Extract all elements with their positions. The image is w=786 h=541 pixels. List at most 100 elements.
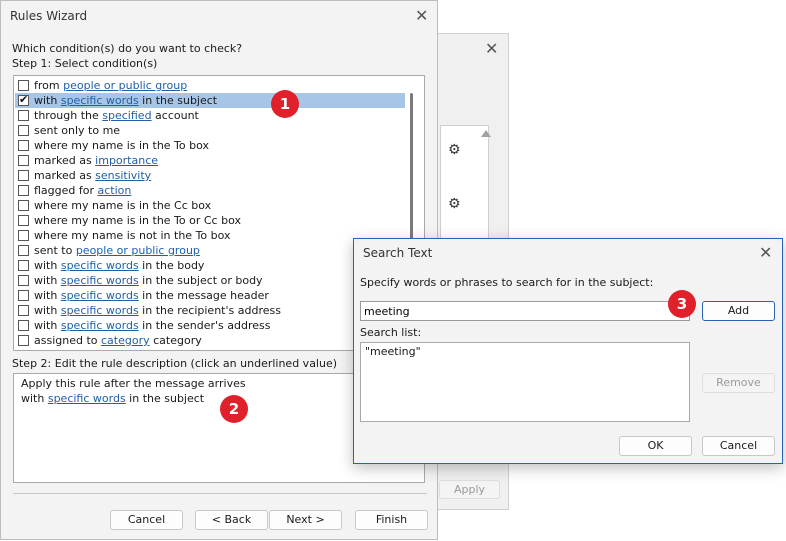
condition-label: from people or public group [34,79,188,92]
condition-link[interactable]: importance [95,154,158,167]
checkbox[interactable] [18,80,29,91]
description-text: in the subject [125,392,205,405]
condition-label: flagged for action [34,184,132,197]
condition-label: where my name is in the Cc box [34,199,212,212]
description-line-2: with specific words in the subject [21,392,204,405]
condition-link[interactable]: category [101,334,150,347]
checkbox[interactable] [18,185,29,196]
condition-link[interactable]: specific words [61,289,139,302]
search-list[interactable]: "meeting" [360,342,690,422]
scroll-up-arrow-icon[interactable] [481,130,491,137]
condition-row[interactable]: with specific words in the body [15,258,405,273]
settings-sliders-icon: ⚙ [448,196,461,212]
step-badge-3: 3 [668,290,696,318]
condition-row[interactable]: with specific words in the recipient's a… [15,303,405,318]
condition-row[interactable]: where my name is in the Cc box [15,198,405,213]
search-input[interactable] [360,301,690,321]
condition-link[interactable]: action [98,184,132,197]
cancel-button[interactable]: Cancel [110,510,183,530]
condition-label: assigned to category category [34,334,202,347]
checkbox[interactable] [18,125,29,136]
condition-label: marked as importance [34,154,159,167]
checkbox[interactable] [18,110,29,121]
condition-row[interactable]: where my name is in the To or Cc box [15,213,405,228]
settings-sliders-icon: ⚙ [448,142,461,158]
step-badge-1: 1 [271,90,299,118]
finish-button[interactable]: Finish [355,510,428,530]
condition-label: where my name is not in the To box [34,229,231,242]
next-button[interactable]: Next > [269,510,342,530]
checkbox[interactable] [18,215,29,226]
condition-row[interactable]: sent only to me [15,123,405,138]
remove-button[interactable]: Remove [702,373,775,393]
search-text-dialog: Search Text ✕ Specify words or phrases t… [353,238,783,464]
condition-label: marked as sensitivity [34,169,152,182]
condition-label: with specific words in the subject or bo… [34,274,263,287]
background-list: ⚙ ⚙ [440,125,491,247]
checkbox[interactable] [18,260,29,271]
add-button[interactable]: Add [702,301,775,321]
checkbox[interactable] [18,320,29,331]
step-badge-2: 2 [220,395,248,423]
condition-label: through the specified account [34,109,199,122]
condition-label: sent only to me [34,124,121,137]
condition-label: where my name is in the To or Cc box [34,214,241,227]
condition-link[interactable]: specific words [61,304,139,317]
condition-row[interactable]: from people or public group [15,78,405,93]
checkbox[interactable] [18,155,29,166]
condition-row[interactable]: sent to people or public group [15,243,405,258]
checkmark-icon: ✔ [19,93,29,106]
checkbox[interactable] [18,200,29,211]
condition-label: with specific words in the message heade… [34,289,269,302]
back-button[interactable]: < Back [195,510,268,530]
checkbox[interactable] [18,170,29,181]
condition-row[interactable]: where my name is in the To box [15,138,405,153]
condition-link[interactable]: specified [102,109,151,122]
specific-words-link[interactable]: specific words [48,392,126,405]
step1-label: Step 1: Select condition(s) [12,57,158,70]
apply-button[interactable]: Apply [439,480,500,499]
condition-row[interactable]: where my name is not in the To box [15,228,405,243]
condition-link[interactable]: people or public group [76,244,200,257]
question-text: Which condition(s) do you want to check? [12,42,243,55]
condition-link[interactable]: people or public group [63,79,187,92]
background-close-icon[interactable]: ✕ [485,39,498,58]
condition-row[interactable]: assigned to category category [15,333,405,348]
divider [13,493,427,494]
description-text: with [21,392,48,405]
condition-row[interactable]: with specific words in the message heade… [15,288,405,303]
condition-row[interactable]: flagged for action [15,183,405,198]
condition-link[interactable]: specific words [61,319,139,332]
condition-row[interactable]: with specific words in the sender's addr… [15,318,405,333]
close-icon[interactable]: ✕ [415,6,428,25]
window-title: Rules Wizard [10,9,88,23]
condition-link[interactable]: specific words [61,94,139,107]
checkbox[interactable] [18,290,29,301]
checkbox[interactable] [18,140,29,151]
condition-label: with specific words in the body [34,259,205,272]
condition-label: with specific words in the sender's addr… [34,319,271,332]
condition-label: with specific words in the recipient's a… [34,304,281,317]
checkbox[interactable] [18,305,29,316]
condition-link[interactable]: specific words [61,274,139,287]
dialog-title: Search Text [363,246,433,260]
condition-row[interactable]: marked as sensitivity [15,168,405,183]
checkbox-checked[interactable]: ✔ [18,93,29,106]
ok-button[interactable]: OK [619,436,692,456]
checkbox[interactable] [18,335,29,346]
condition-row[interactable]: through the specified account [15,108,405,123]
condition-link[interactable]: specific words [61,259,139,272]
checkbox[interactable] [18,275,29,286]
checkbox[interactable] [18,245,29,256]
cancel-button[interactable]: Cancel [702,436,775,456]
condition-row[interactable]: marked as importance [15,153,405,168]
list-item[interactable]: "meeting" [365,345,421,358]
condition-label: where my name is in the To box [34,139,210,152]
description-line-1: Apply this rule after the message arrive… [21,377,246,390]
search-list-label: Search list: [360,326,422,339]
checkbox[interactable] [18,230,29,241]
close-icon[interactable]: ✕ [759,243,772,262]
condition-row[interactable]: ✔ with specific words in the subject [15,93,405,108]
condition-link[interactable]: sensitivity [95,169,151,182]
condition-row[interactable]: with specific words in the subject or bo… [15,273,405,288]
